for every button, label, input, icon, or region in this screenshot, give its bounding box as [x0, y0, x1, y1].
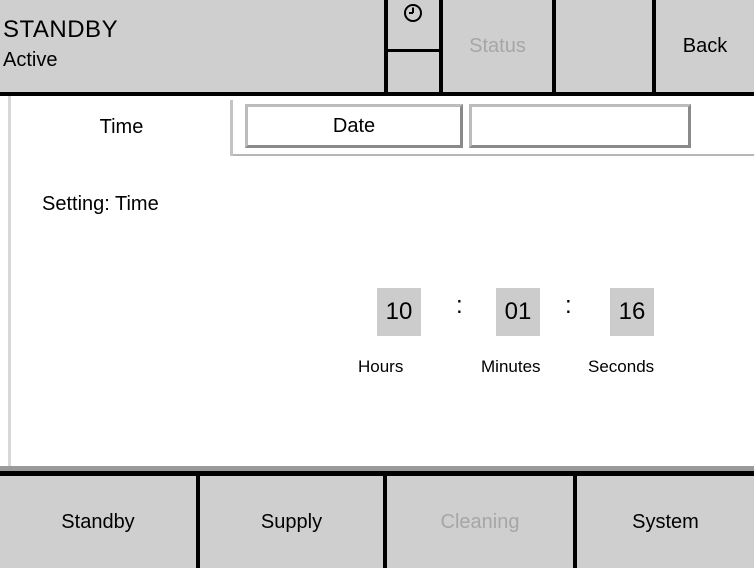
hours-label: Hours	[358, 357, 404, 376]
header-blank-cell	[388, 52, 439, 92]
tab-date-label: Date	[332, 114, 376, 137]
tab-blank[interactable]	[469, 104, 691, 148]
status-mode: STANDBY	[3, 16, 119, 43]
time-separator: :	[456, 292, 463, 319]
nav-supply[interactable]: Supply	[200, 476, 383, 568]
minutes-label: Minutes	[481, 357, 541, 376]
back-button[interactable]: Back	[656, 0, 754, 92]
seconds-field[interactable]: 16	[610, 288, 654, 336]
tab-blank-label	[472, 107, 688, 145]
seconds-label: Seconds	[588, 357, 655, 376]
time-separator: :	[565, 292, 572, 319]
clock-button[interactable]	[388, 0, 439, 49]
status-button[interactable]: Status	[443, 0, 552, 92]
nav-standby[interactable]: Standby	[0, 476, 196, 568]
nav-system[interactable]: System	[577, 476, 754, 568]
status-display: STANDBY Active	[0, 0, 384, 92]
nav-supply-label: Supply	[260, 510, 323, 533]
panel-left-bar	[8, 96, 11, 471]
status-button-label: Status	[469, 34, 526, 57]
hours-field[interactable]: 10	[377, 288, 421, 336]
tab-date[interactable]: Date	[245, 104, 463, 148]
back-button-label: Back	[682, 34, 728, 57]
nav-cleaning-label: Cleaning	[440, 510, 520, 533]
status-state: Active	[3, 49, 58, 71]
nav-standby-label: Standby	[61, 510, 135, 533]
clock-icon	[404, 4, 422, 22]
panel-bottom-edge	[0, 466, 754, 471]
setting-label: Setting: Time	[42, 193, 159, 215]
tab-time[interactable]: Time	[13, 100, 233, 156]
tab-time-label: Time	[99, 116, 144, 138]
tab-divider	[233, 154, 754, 156]
nav-cleaning[interactable]: Cleaning	[387, 476, 573, 568]
minutes-field[interactable]: 01	[496, 288, 540, 336]
header-blank-button[interactable]	[556, 0, 652, 92]
nav-system-label: System	[632, 510, 699, 533]
